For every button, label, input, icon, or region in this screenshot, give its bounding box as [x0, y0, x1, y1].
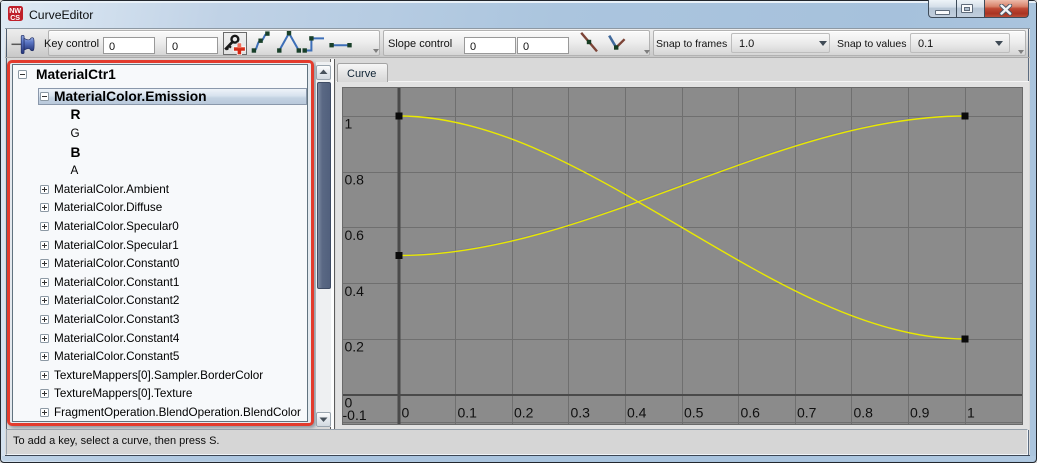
svg-text:0.8: 0.8	[854, 405, 874, 421]
svg-text:1: 1	[967, 405, 975, 421]
svg-text:-0.1: -0.1	[343, 407, 367, 423]
svg-text:0.2: 0.2	[345, 339, 365, 355]
svg-text:1: 1	[345, 116, 353, 132]
svg-text:0.2: 0.2	[514, 405, 534, 421]
svg-text:0.4: 0.4	[345, 283, 365, 299]
svg-text:0.7: 0.7	[797, 405, 817, 421]
svg-text:0.1: 0.1	[458, 405, 478, 421]
svg-text:0.5: 0.5	[684, 405, 704, 421]
svg-text:0.6: 0.6	[741, 405, 761, 421]
svg-text:0.8: 0.8	[345, 172, 365, 188]
svg-text:0.4: 0.4	[627, 405, 647, 421]
svg-text:0.9: 0.9	[910, 405, 930, 421]
svg-text:0.3: 0.3	[571, 405, 591, 421]
svg-text:0: 0	[402, 405, 410, 421]
svg-text:0.6: 0.6	[345, 227, 365, 243]
